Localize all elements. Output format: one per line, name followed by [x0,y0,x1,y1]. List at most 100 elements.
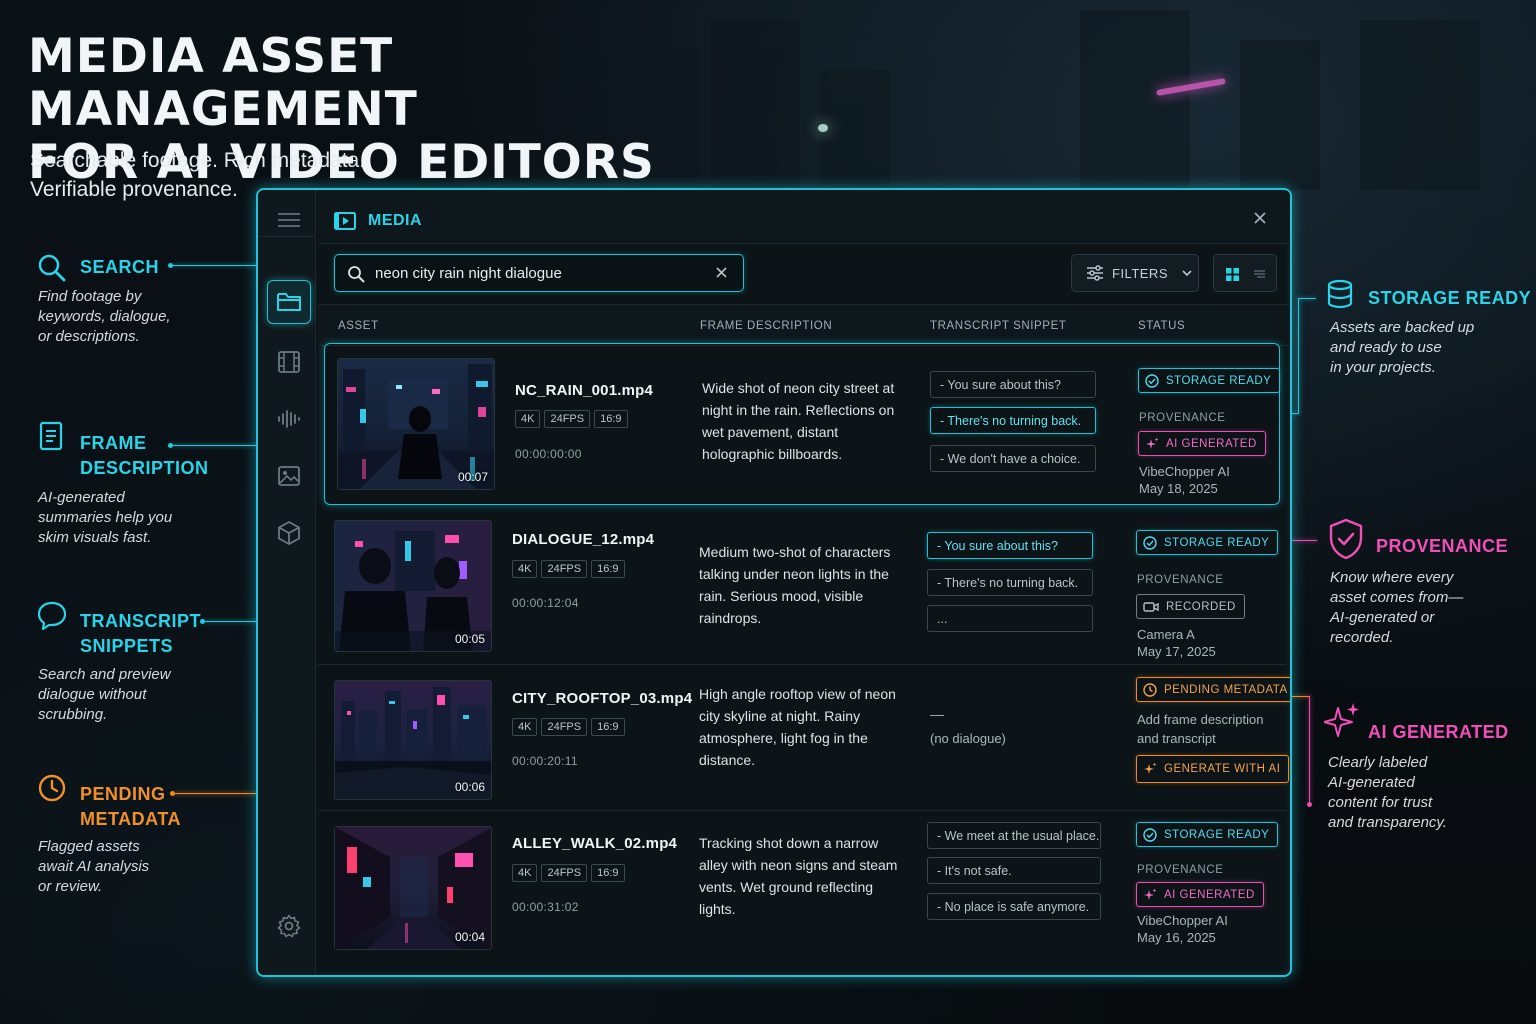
title-line: TRANSCRIPT [80,611,201,631]
table-row[interactable]: 00:05 DIALOGUE_12.mp4 4K 24FPS 16:9 00:0… [318,510,1286,665]
sidebar-item-images[interactable] [267,454,311,498]
table-row[interactable]: 00:07 NC_RAIN_001.mp4 4K 24FPS 16:9 00:0… [324,343,1281,505]
desc-line: AI-generated or [1330,609,1435,626]
file-name[interactable]: NC_RAIN_001.mp4 [515,382,653,399]
col-transcript-snippet[interactable]: TRANSCRIPT SNIPPET [930,320,1066,332]
file-name[interactable]: CITY_ROOFTOP_03.mp4 [512,690,692,707]
sidebar-item-3d[interactable] [267,511,311,555]
connector-storage-vertical [1298,298,1299,414]
desc-line: await AI analysis [38,858,150,875]
desc-line: scrubbing. [38,706,108,723]
provenance-source: Camera A May 17, 2025 [1137,626,1216,660]
settings-button[interactable] [267,904,311,948]
folder-icon [277,293,301,311]
database-icon [1327,279,1353,309]
close-icon[interactable] [1254,212,1266,224]
desc-line: asset comes from— [1330,589,1464,606]
list-view-icon[interactable] [1254,269,1265,279]
row-divider [318,810,1286,811]
search-field[interactable] [334,254,744,292]
clip-thumbnail[interactable]: 00:07 [337,358,495,490]
file-name[interactable]: ALLEY_WALK_02.mp4 [512,835,677,852]
video-camera-icon [1143,601,1159,612]
transcript-snippet[interactable]: - You sure about this? [930,371,1096,398]
sparkle-icon [1144,762,1157,774]
clear-search-icon[interactable] [716,267,727,278]
sidebar-item-audio[interactable] [267,397,311,441]
tag-resolution: 4K [512,718,538,736]
desc-line: or review. [38,878,103,895]
button-label: GENERATE WITH AI [1164,763,1281,775]
transcript-snippet[interactable]: - We meet at the usual place. [927,822,1101,849]
sidebar-item-media[interactable] [267,280,311,324]
desc-line: Clearly labeled [1328,754,1428,771]
storage-ready-badge[interactable]: STORAGE READY [1136,822,1279,847]
clip-duration: 00:07 [457,470,488,484]
annotation-search-title: SEARCH [80,257,160,277]
note-line: Add frame description [1137,712,1264,727]
row-divider [318,664,1286,665]
transcript-snippet[interactable]: - We don't have a choice. [930,445,1096,472]
desc-line: AI-generated [1328,774,1415,791]
transcript-snippet[interactable]: - You sure about this? [927,532,1093,559]
title-line: PENDING [80,784,166,804]
transcript-snippet[interactable]: - There's no turning back. [927,569,1093,596]
desc-line: AI-generated [38,489,125,506]
table-row[interactable]: 00:06 CITY_ROOFTOP_03.mp4 4K 24FPS 16:9 … [318,666,1290,811]
clip-thumbnail[interactable]: 00:05 [334,520,492,652]
tag-resolution: 4K [512,864,538,882]
background-streetlight [818,124,828,132]
annotation-pending-desc: Flagged assets await AI analysis or revi… [38,837,149,897]
annotation-provenance: PROVENANCE Know where every asset comes … [1328,518,1533,658]
filters-button[interactable]: FILTERS [1071,254,1199,292]
annotation-provenance-title: PROVENANCE [1376,536,1509,556]
grid-view-icon[interactable] [1226,268,1239,281]
source-name: VibeChopper AI [1137,913,1228,928]
view-toggle[interactable] [1213,254,1277,292]
film-icon [278,351,300,373]
annotation-frame-title: FRAME DESCRIPTION [80,431,209,481]
recorded-badge[interactable]: RECORDED [1136,594,1245,619]
search-input[interactable] [375,261,705,285]
annotation-provenance-desc: Know where every asset comes from— AI-ge… [1330,568,1463,648]
filters-label: FILTERS [1112,265,1168,281]
sidebar-item-clips[interactable] [267,340,311,384]
storage-ready-badge[interactable]: STORAGE READY [1136,530,1279,555]
source-name: VibeChopper AI [1139,464,1230,479]
transcript-snippet[interactable]: - It's not safe. [927,857,1101,884]
transcript-snippet[interactable]: - There's no turning back. [930,407,1096,434]
desc-line: Find footage by [38,288,142,305]
page-title-line-1: MEDIA ASSET MANAGEMENT [28,29,418,137]
clock-icon [1143,682,1157,697]
clip-thumbnail[interactable]: 00:06 [334,680,492,800]
generate-with-ai-button[interactable]: GENERATE WITH AI [1136,755,1290,783]
clip-duration: 00:04 [454,930,485,944]
file-name[interactable]: DIALOGUE_12.mp4 [512,531,654,548]
transcript-snippet[interactable]: - No place is safe anymore. [927,893,1101,920]
tag-resolution: 4K [512,560,538,578]
annotation-frame-desc: AI-generated summaries help you skim vis… [38,488,172,548]
pending-metadata-badge[interactable]: PENDING METADATA [1136,677,1290,702]
ai-generated-badge[interactable]: AI GENERATED [1138,431,1266,456]
col-asset[interactable]: ASSET [338,320,379,332]
title-line: DESCRIPTION [80,458,209,478]
ai-generated-badge[interactable]: AI GENERATED [1136,882,1264,907]
source-date: May 16, 2025 [1137,930,1216,945]
transcript-snippet-more[interactable]: ... [927,605,1093,632]
annotation-transcript-desc: Search and preview dialogue without scru… [38,665,171,725]
desc-line: Assets are backed up [1330,319,1475,336]
storage-ready-badge[interactable]: STORAGE READY [1138,368,1281,393]
connector-ai-vertical [1309,696,1310,804]
section-title: MEDIA [368,212,423,229]
col-frame-description[interactable]: FRAME DESCRIPTION [700,320,832,332]
table-row[interactable]: 00:04 ALLEY_WALK_02.mp4 4K 24FPS 16:9 00… [318,812,1286,962]
col-status[interactable]: STATUS [1138,320,1185,332]
annotation-ai-generated: AI GENERATED Clearly labeled AI-generate… [1324,702,1534,842]
annotation-search: SEARCH Find footage by keywords, dialogu… [36,252,266,352]
search-icon [38,254,66,282]
annotation-ai-title: AI GENERATED [1368,722,1509,742]
pending-note: Add frame description and transcript [1137,710,1263,748]
clip-duration: 00:05 [454,632,485,646]
desc-line: or descriptions. [38,328,140,345]
clip-thumbnail[interactable]: 00:04 [334,826,492,950]
